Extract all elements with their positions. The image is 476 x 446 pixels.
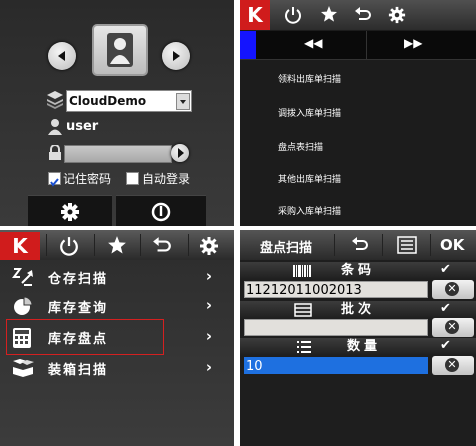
- menu-item-warehouse-scan[interactable]: 仓存扫描 ›: [0, 262, 234, 292]
- settings-button[interactable]: [28, 195, 112, 226]
- power-button[interactable]: [116, 195, 206, 226]
- k-logo-button[interactable]: K: [0, 232, 40, 260]
- menu-item-inventory-query[interactable]: 库存查询 ›: [0, 291, 234, 321]
- avatar: [92, 24, 148, 76]
- main-menu-panel: K 仓存扫描 › 库存查询 › 库存盘点 › 装箱扫描 ›: [0, 230, 234, 446]
- list-icon[interactable]: [397, 236, 417, 254]
- chevron-right-icon: ›: [205, 296, 212, 314]
- menu-item-label: 库存查询: [48, 301, 109, 316]
- gear-icon: [61, 203, 79, 221]
- page-nav-row: ◀◀ ▶▶: [240, 31, 476, 60]
- auto-login-checkbox[interactable]: [126, 172, 139, 185]
- selection-indicator: [240, 31, 256, 59]
- menu-item-label: 装箱扫描: [48, 363, 109, 378]
- scan-list-panel: K ◀◀ ▶▶ 领料出库单扫描 调拨入库单扫描 盘点表扫描 其他出库单扫描 采购…: [240, 0, 476, 226]
- batch-label: 批次: [340, 302, 375, 317]
- remember-password-checkbox[interactable]: [48, 172, 61, 187]
- star-icon[interactable]: [320, 5, 338, 23]
- username-label: user: [66, 119, 99, 134]
- menu-item-packing-scan[interactable]: 装箱扫描 ›: [0, 353, 234, 383]
- clear-quantity-button[interactable]: ✕: [432, 356, 474, 375]
- lock-icon: [49, 145, 61, 160]
- batch-input[interactable]: [244, 319, 428, 336]
- undo-icon[interactable]: [354, 6, 372, 24]
- gear-icon[interactable]: [199, 236, 219, 256]
- password-input[interactable]: [64, 145, 172, 163]
- list-item[interactable]: 调拨入库单扫描: [278, 106, 341, 119]
- check-icon: ✔: [440, 301, 451, 316]
- pie-chart-icon: [14, 296, 33, 315]
- arrow-right-icon: [178, 148, 184, 158]
- prev-page-button[interactable]: ◀◀: [304, 36, 322, 50]
- k-logo-button[interactable]: K: [240, 0, 270, 30]
- list-item[interactable]: 其他出库单扫描: [278, 172, 341, 185]
- person-icon: [48, 119, 62, 135]
- boxes-icon: [13, 359, 34, 377]
- star-icon[interactable]: [107, 235, 127, 255]
- list-item[interactable]: 领料出库单扫描: [278, 72, 341, 85]
- gear-icon[interactable]: [388, 6, 406, 24]
- selected-item-highlight: [6, 319, 164, 355]
- power-icon[interactable]: [59, 236, 79, 256]
- list-item[interactable]: 采购入库单扫描: [278, 204, 341, 217]
- remember-password-label: 记住密码: [63, 172, 112, 186]
- chevron-down-icon[interactable]: [176, 93, 190, 110]
- undo-icon[interactable]: [152, 236, 172, 256]
- clear-barcode-button[interactable]: ✕: [432, 280, 474, 299]
- check-icon: ✔: [440, 338, 451, 353]
- quantity-label: 数量: [346, 339, 381, 354]
- ok-button[interactable]: OK: [440, 236, 464, 254]
- server-select-value: CloudDemo: [69, 94, 147, 108]
- undo-icon[interactable]: [350, 236, 370, 254]
- arrow-right-icon: [173, 51, 180, 61]
- barcode-label: 条码: [340, 263, 375, 278]
- check-icon: [50, 178, 59, 187]
- stocktake-form-panel: 盘点扫描 OK 条码 ✔ 11212011002013 ✕ 批次 ✔ ✕ 数量: [240, 230, 476, 446]
- power-icon: [151, 202, 171, 222]
- power-icon[interactable]: [284, 6, 302, 24]
- close-icon: ✕: [445, 320, 459, 334]
- server-select[interactable]: CloudDemo: [66, 90, 192, 112]
- close-icon: ✕: [445, 358, 459, 372]
- arrow-left-icon: [58, 51, 65, 61]
- check-icon: ✔: [440, 262, 451, 277]
- next-page-button[interactable]: ▶▶: [404, 36, 422, 50]
- chevron-right-icon: ›: [205, 358, 212, 376]
- clear-batch-button[interactable]: ✕: [432, 318, 474, 337]
- menu-item-label: 仓存扫描: [48, 272, 109, 287]
- warehouse-scan-icon: [12, 268, 33, 286]
- barcode-input[interactable]: 11212011002013: [244, 281, 428, 298]
- chevron-right-icon: ›: [205, 327, 212, 345]
- next-account-button[interactable]: [162, 42, 190, 70]
- list-item[interactable]: 盘点表扫描: [278, 140, 323, 153]
- quantity-input[interactable]: 10: [244, 357, 428, 374]
- database-icon: [47, 91, 63, 109]
- form-title: 盘点扫描: [260, 241, 313, 256]
- close-icon: ✕: [445, 282, 459, 296]
- user-icon: [107, 33, 133, 67]
- login-panel: CloudDemo user 记住密码 自动登录: [0, 0, 234, 226]
- chevron-right-icon: ›: [205, 267, 212, 285]
- login-go-button[interactable]: [171, 144, 189, 162]
- prev-account-button[interactable]: [48, 42, 76, 70]
- auto-login-label: 自动登录: [142, 172, 191, 186]
